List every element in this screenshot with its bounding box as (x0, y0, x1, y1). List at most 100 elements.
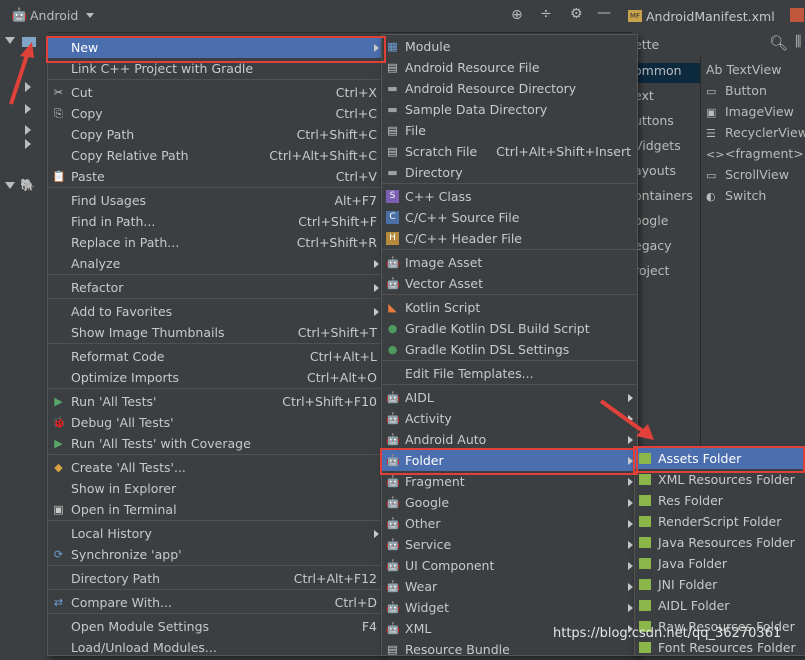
menu-item-resource-bundle[interactable]: ▤ Resource Bundle (382, 639, 637, 660)
menu-item-gradle-kotlin-dsl-build-script[interactable]: ● Gradle Kotlin DSL Build Script (382, 318, 637, 339)
palette-item[interactable]: ▭ Button (706, 83, 767, 98)
menu-item-res-folder[interactable]: Res Folder (635, 490, 805, 511)
menu-item-find-in-path[interactable]: Find in Path... Ctrl+Shift+F (48, 211, 383, 232)
menu-item-android-resource-file[interactable]: ▤ Android Resource File (382, 57, 637, 78)
menu-item-label: Local History (71, 526, 152, 541)
palette-category[interactable]: ayouts (632, 163, 700, 183)
menu-item-analyze[interactable]: Analyze (48, 253, 383, 274)
expand-arrow-icon[interactable] (25, 125, 31, 135)
menu-item-replace-in-path[interactable]: Replace in Path... Ctrl+Shift+R (48, 232, 383, 253)
menu-item-scratch-file[interactable]: ▤ Scratch File Ctrl+Alt+Shift+Insert (382, 141, 637, 162)
menu-item-ui-component[interactable]: 🤖 UI Component (382, 555, 637, 576)
collapse-icon[interactable]: ÷ (540, 6, 552, 22)
palette-category[interactable]: egacy (632, 238, 700, 258)
menu-item-paste[interactable]: 📋 Paste Ctrl+V (48, 166, 383, 187)
menu-item-run-all-tests[interactable]: ▶ Run 'All Tests' Ctrl+Shift+F10 (48, 391, 383, 412)
menu-item-debug-all-tests[interactable]: 🐞 Debug 'All Tests' (48, 412, 383, 433)
expand-arrow-icon[interactable] (5, 182, 15, 189)
menu-item-label: Java Folder (658, 556, 728, 571)
project-view-selector[interactable]: Android (30, 8, 78, 23)
gear-icon[interactable]: ⚙ (570, 6, 583, 22)
menu-item-copy-path[interactable]: Copy Path Ctrl+Shift+C (48, 124, 383, 145)
menu-item-android-resource-directory[interactable]: ▬ Android Resource Directory (382, 78, 637, 99)
menu-item-edit-file-templates[interactable]: Edit File Templates... (382, 363, 637, 384)
menu-item-add-to-favorites[interactable]: Add to Favorites (48, 301, 383, 322)
menu-item-reformat-code[interactable]: Reformat Code Ctrl+Alt+L (48, 346, 383, 367)
menu-item-java-folder[interactable]: Java Folder (635, 553, 805, 574)
menu-item-optimize-imports[interactable]: Optimize Imports Ctrl+Alt+O (48, 367, 383, 388)
menu-item-copy[interactable]: ⎘ Copy Ctrl+C (48, 103, 383, 124)
target-icon[interactable]: ⊕ (511, 7, 523, 23)
menu-item-folder[interactable]: 🤖 Folder (382, 450, 637, 471)
menu-item-label: Find in Path... (71, 214, 156, 229)
palette-category[interactable]: uttons (632, 113, 700, 133)
palette-category[interactable]: oogle (632, 213, 700, 233)
next-tab-icon[interactable] (790, 8, 804, 22)
menu-item-c-c-source-file[interactable]: C C/C++ Source File (382, 207, 637, 228)
menu-item-fragment[interactable]: 🤖 Fragment (382, 471, 637, 492)
palette-item[interactable]: <><fragment> (706, 146, 804, 161)
palette-item[interactable]: ▣ ImageView (706, 104, 794, 119)
menu-item-compare-with[interactable]: ⇄ Compare With... Ctrl+D (48, 592, 383, 613)
android-icon: 🤖 (386, 622, 400, 635)
menu-item-java-resources-folder[interactable]: Java Resources Folder (635, 532, 805, 553)
menu-item-sample-data-directory[interactable]: ▬ Sample Data Directory (382, 99, 637, 120)
tab-android-manifest[interactable]: MF AndroidManifest.xml (620, 0, 805, 33)
menu-item-new[interactable]: New (48, 37, 383, 58)
search-icon[interactable]: 🔍︎ (769, 34, 788, 52)
menu-item-kotlin-script[interactable]: ◣ Kotlin Script (382, 297, 637, 318)
menu-item-directory-path[interactable]: Directory Path Ctrl+Alt+F12 (48, 568, 383, 589)
menu-item-file[interactable]: ▤ File (382, 120, 637, 141)
palette-item[interactable]: Ab TextView (706, 62, 781, 77)
android-icon: 🤖 (386, 256, 400, 269)
menu-separator (48, 79, 383, 80)
menu-item-run-all-tests-with-coverage[interactable]: ▶ Run 'All Tests' with Coverage (48, 433, 383, 454)
palette-category[interactable]: ext (632, 88, 700, 108)
menu-item-load-unload-modules[interactable]: Load/Unload Modules... (48, 637, 383, 658)
palette-item[interactable]: ▭ ScrollView (706, 167, 789, 182)
menu-item-assets-folder[interactable]: Assets Folder (635, 448, 805, 469)
menu-item-open-in-terminal[interactable]: ▣ Open in Terminal (48, 499, 383, 520)
shortcut-label: Ctrl+Shift+T (297, 325, 377, 340)
palette-item[interactable]: ☰ RecyclerView (706, 125, 805, 140)
palette-category[interactable]: ommon (632, 63, 700, 83)
menu-item-xml-resources-folder[interactable]: XML Resources Folder (635, 469, 805, 490)
menu-item-jni-folder[interactable]: JNI Folder (635, 574, 805, 595)
menu-item-c-c-header-file[interactable]: H C/C++ Header File (382, 228, 637, 249)
menu-item-link-c-project-with-gradle[interactable]: Link C++ Project with Gradle (48, 58, 383, 79)
menu-item-label: Google (405, 495, 450, 510)
menu-item-renderscript-folder[interactable]: RenderScript Folder (635, 511, 805, 532)
menu-item-synchronize-app[interactable]: ⟳ Synchronize 'app' (48, 544, 383, 565)
menu-item-refactor[interactable]: Refactor (48, 277, 383, 298)
menu-item-google[interactable]: 🤖 Google (382, 492, 637, 513)
menu-item-vector-asset[interactable]: 🤖 Vector Asset (382, 273, 637, 294)
menu-item-gradle-kotlin-dsl-settings[interactable]: ● Gradle Kotlin DSL Settings (382, 339, 637, 360)
palette-category[interactable]: Vidgets (632, 138, 700, 158)
expand-arrow-icon[interactable] (25, 139, 31, 149)
menu-item-image-asset[interactable]: 🤖 Image Asset (382, 252, 637, 273)
palette-category[interactable]: ontainers (632, 188, 700, 208)
menu-item-show-in-explorer[interactable]: Show in Explorer (48, 478, 383, 499)
menu-item-show-image-thumbnails[interactable]: Show Image Thumbnails Ctrl+Shift+T (48, 322, 383, 343)
menu-item-cut[interactable]: ✂ Cut Ctrl+X (48, 82, 383, 103)
menu-item-local-history[interactable]: Local History (48, 523, 383, 544)
shortcut-label: Ctrl+Shift+R (296, 235, 377, 250)
menu-item-aidl-folder[interactable]: AIDL Folder (635, 595, 805, 616)
menu-item-copy-relative-path[interactable]: Copy Relative Path Ctrl+Alt+Shift+C (48, 145, 383, 166)
chevron-down-icon[interactable] (86, 13, 94, 18)
minimize-icon[interactable]: — (597, 5, 611, 21)
palette-item-icon: ▭ (706, 85, 717, 98)
menu-item-find-usages[interactable]: Find Usages Alt+F7 (48, 190, 383, 211)
menu-item-module[interactable]: ▦ Module (382, 36, 637, 57)
menu-item-wear[interactable]: 🤖 Wear (382, 576, 637, 597)
menu-item-widget[interactable]: 🤖 Widget (382, 597, 637, 618)
menu-item-c-class[interactable]: S C++ Class (382, 186, 637, 207)
palette-item[interactable]: ◐ Switch (706, 188, 766, 203)
menu-item-directory[interactable]: ▬ Directory (382, 162, 637, 183)
folder-icon: ▬ (387, 103, 398, 116)
menu-item-create-all-tests[interactable]: ◆ Create 'All Tests'... (48, 457, 383, 478)
menu-item-service[interactable]: 🤖 Service (382, 534, 637, 555)
menu-item-other[interactable]: 🤖 Other (382, 513, 637, 534)
menu-item-open-module-settings[interactable]: Open Module Settings F4 (48, 616, 383, 637)
palette-category[interactable]: roject (632, 263, 700, 283)
